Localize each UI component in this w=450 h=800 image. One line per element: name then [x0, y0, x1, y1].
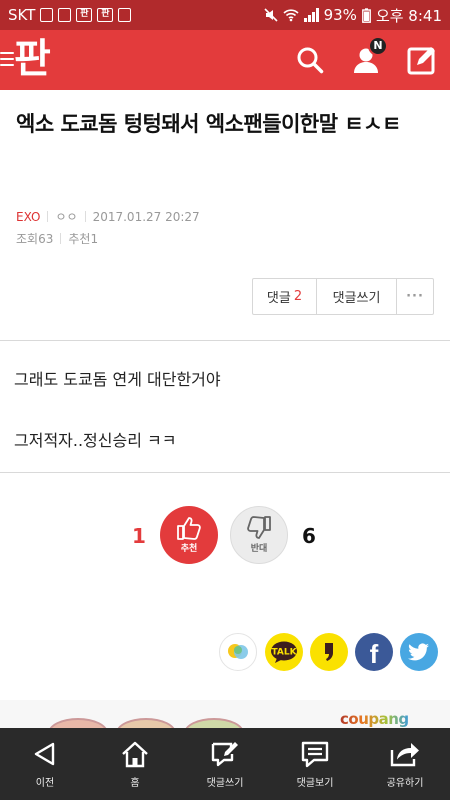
share-kakaotalk-button[interactable]: TALK: [265, 633, 303, 671]
clock-label: 오후 8:41: [375, 6, 442, 25]
post-date: 2017.01.27 20:27: [92, 209, 200, 224]
image-icon: [58, 8, 72, 22]
views-label: 조회: [16, 232, 39, 246]
thumbs-up-icon: [177, 517, 201, 540]
kakaostory-icon: [228, 644, 248, 659]
nav-back-label: 이전: [35, 778, 55, 789]
nav-view-comments[interactable]: 댓글보기: [270, 728, 360, 800]
app-header: 판 N: [0, 30, 450, 90]
thumbs-down-icon: [247, 516, 271, 539]
bottom-navigation: 이전 홈 댓글쓰기 댓글보기 공유하기: [0, 728, 450, 800]
kakao-icon: [325, 643, 333, 661]
divider: [0, 340, 450, 341]
back-icon: [34, 742, 55, 766]
message-icon: [40, 8, 54, 22]
mute-icon: [264, 8, 278, 22]
more-button[interactable]: ···: [397, 279, 433, 314]
home-icon: [122, 741, 148, 768]
view-comments-icon: [301, 741, 329, 768]
nav-share[interactable]: 공유하기: [360, 728, 450, 800]
carrier-label: SKT: [8, 6, 36, 24]
upvote-label: 추천: [180, 544, 198, 554]
ad-banner[interactable]: coupang: [0, 700, 450, 730]
upvote-count: 1: [132, 524, 146, 548]
share-twitter-button[interactable]: [400, 633, 438, 671]
article-actions: 댓글 2 댓글쓰기 ···: [252, 278, 434, 315]
share-kakaostory-button[interactable]: [219, 633, 257, 671]
author-name[interactable]: ㅇㅇ: [55, 208, 77, 225]
nav-view-comments-label: 댓글보기: [296, 778, 334, 789]
article-title: 엑소 도쿄돔 텅텅돼서 엑소팬들이한말 ㅌㅅㅌ: [16, 112, 401, 136]
twitter-icon: [408, 643, 429, 661]
body-line: 그저적자..정신승리 ㅋㅋ: [14, 431, 177, 450]
article-stats: 조회 63 추천 1: [16, 230, 98, 247]
nav-home-label: 홈: [130, 778, 140, 789]
battery-label: 93%: [323, 6, 357, 24]
share-icon: [390, 743, 419, 767]
share-facebook-button[interactable]: f: [355, 633, 393, 671]
clipboard-icon: [118, 8, 132, 22]
battery-icon: [362, 7, 371, 23]
status-bar: SKT 판 판 93% 오후 8:41: [0, 0, 450, 30]
nav-back[interactable]: 이전: [0, 728, 90, 800]
wifi-icon: [283, 9, 299, 22]
nav-write-comment-label: 댓글쓰기: [206, 778, 244, 789]
signal-icon: [303, 8, 319, 22]
share-kakao-button[interactable]: [310, 633, 348, 671]
kakaotalk-label: TALK: [271, 648, 297, 658]
search-icon: [297, 47, 324, 74]
views-count: 63: [38, 231, 54, 246]
body-line: 그래도 도쿄돔 연게 대단한거야: [14, 370, 221, 389]
facebook-icon: f: [369, 638, 379, 669]
pann-app-icon: 판: [97, 8, 114, 22]
comments-label: 댓글: [266, 291, 291, 306]
kakaotalk-icon: TALK: [271, 641, 298, 663]
notification-badge: N: [368, 36, 388, 56]
nav-share-label: 공유하기: [386, 778, 424, 789]
divider: [0, 472, 450, 473]
compose-button[interactable]: [404, 42, 440, 78]
compose-icon: [407, 47, 435, 75]
search-button[interactable]: [292, 42, 328, 78]
recommend-label: 추천: [68, 232, 91, 246]
recommend-count: 1: [90, 231, 99, 246]
pann-logo[interactable]: 판: [14, 34, 56, 84]
write-comment-icon: [211, 742, 238, 767]
coupang-text: coupang: [340, 710, 409, 728]
profile-button[interactable]: N: [348, 36, 388, 78]
nav-home[interactable]: 홈: [90, 728, 180, 800]
category-link[interactable]: EXO: [16, 210, 40, 224]
downvote-button[interactable]: 반대: [230, 506, 288, 564]
downvote-label: 반대: [250, 544, 268, 554]
comments-count: 2: [293, 289, 303, 304]
pann-app-icon: 판: [76, 8, 93, 22]
article-meta: EXO ㅇㅇ 2017.01.27 20:27: [16, 208, 200, 225]
comments-button[interactable]: 댓글 2: [253, 279, 317, 314]
upvote-button[interactable]: 추천: [160, 506, 218, 564]
write-comment-button[interactable]: 댓글쓰기: [317, 279, 397, 314]
coupang-logo: coupang: [340, 710, 409, 728]
menu-icon[interactable]: [0, 52, 14, 68]
downvote-count: 6: [302, 524, 316, 548]
nav-write-comment[interactable]: 댓글쓰기: [180, 728, 270, 800]
